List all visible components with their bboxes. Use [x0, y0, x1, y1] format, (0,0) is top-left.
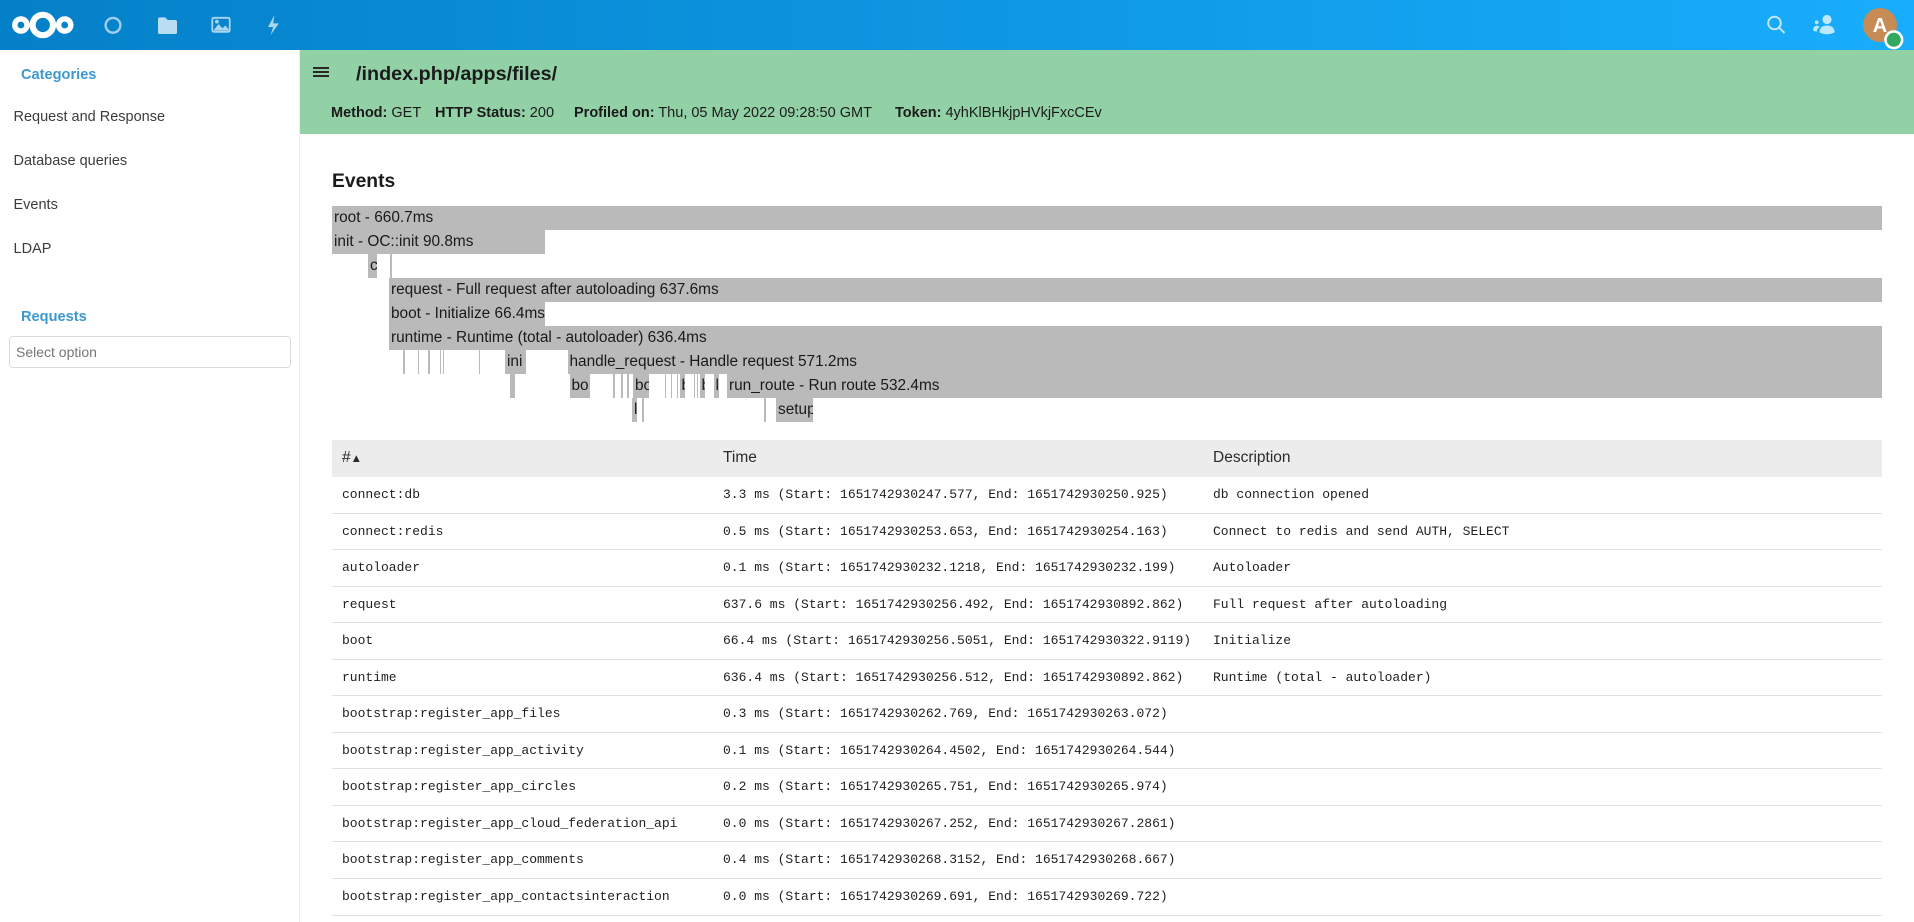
svg-text:A: A	[1873, 15, 1887, 37]
